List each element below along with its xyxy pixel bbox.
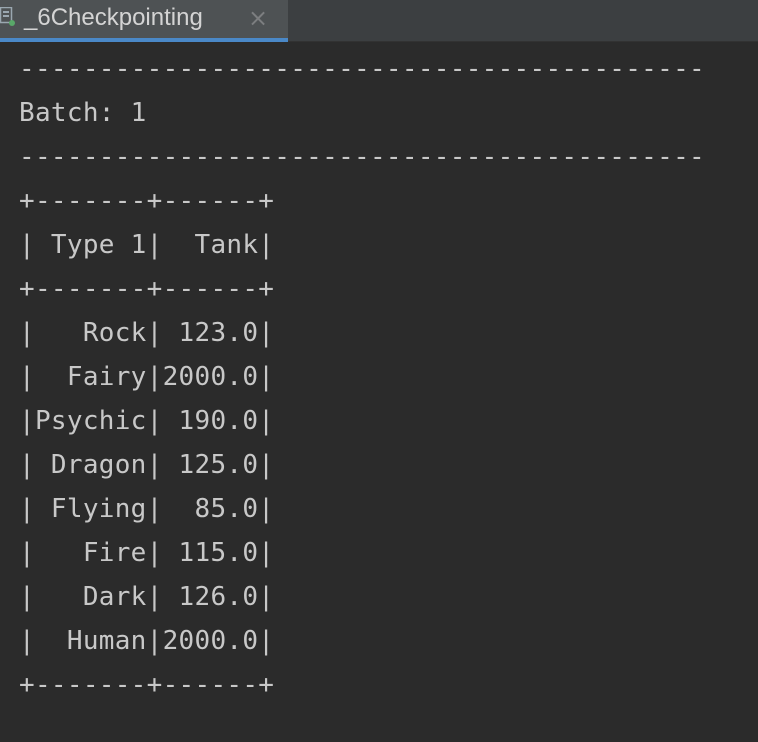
table-row: | Rock| 123.0| bbox=[19, 318, 275, 348]
table-border: +-------+------+ bbox=[19, 274, 275, 304]
table-header: | Type 1| Tank| bbox=[19, 230, 275, 260]
table-row: | Dark| 126.0| bbox=[19, 582, 275, 612]
table-border: +-------+------+ bbox=[19, 670, 275, 700]
separator-line: ----------------------------------------… bbox=[19, 142, 705, 172]
batch-label: Batch: 1 bbox=[19, 98, 147, 128]
table-border: +-------+------+ bbox=[19, 186, 275, 216]
active-tab-indicator bbox=[0, 38, 288, 42]
close-icon[interactable]: × bbox=[248, 5, 268, 31]
table-row: | Dragon| 125.0| bbox=[19, 450, 275, 480]
console-output: ----------------------------------------… bbox=[19, 47, 705, 707]
console-icon bbox=[0, 6, 16, 27]
editor-tab-bar: _6Checkpointing × bbox=[0, 0, 758, 42]
table-row: | Flying| 85.0| bbox=[19, 494, 275, 524]
table-row: | Fairy|2000.0| bbox=[19, 362, 275, 392]
table-row: |Psychic| 190.0| bbox=[19, 406, 275, 436]
separator-line: ----------------------------------------… bbox=[19, 54, 705, 84]
table-row: | Human|2000.0| bbox=[19, 626, 275, 656]
tab-title: _6Checkpointing bbox=[24, 4, 203, 31]
tab-6checkpointing[interactable]: _6Checkpointing × bbox=[0, 0, 288, 42]
table-row: | Fire| 115.0| bbox=[19, 538, 275, 568]
